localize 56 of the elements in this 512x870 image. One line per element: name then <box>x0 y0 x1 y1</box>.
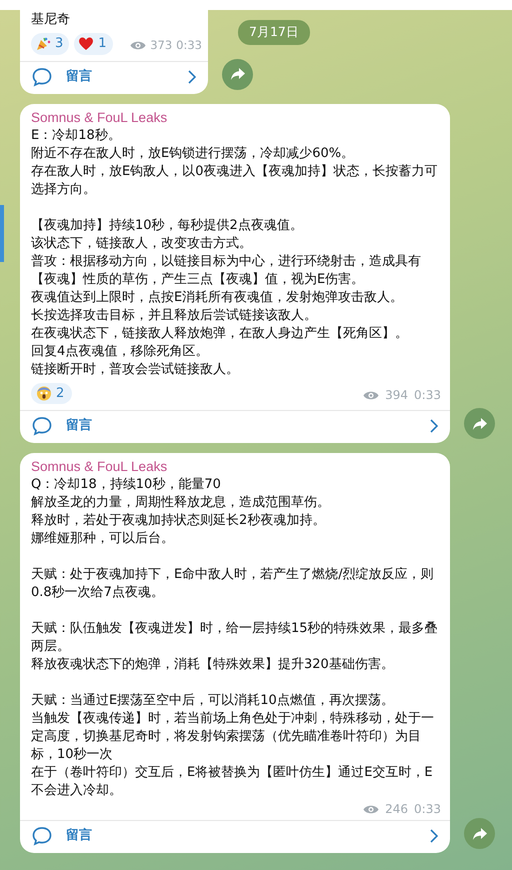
message-text: 释放时，若处于夜魂加持状态则延长2秒夜魂加持。 <box>31 512 326 530</box>
eye-icon <box>363 804 380 814</box>
message-text: 释放夜魂状态下的炮弹，消耗【特殊效果】提升320基础伤害。 <box>31 656 395 674</box>
scream-icon <box>36 385 52 402</box>
reaction-chip[interactable]: 2 <box>31 382 72 404</box>
comment-icon <box>32 416 52 436</box>
chevron-right-icon <box>188 70 196 84</box>
share-button[interactable] <box>222 58 253 90</box>
message-text: 附近不存在敌人时，放E钩锁进行摆荡，冷却减少60%。 <box>31 144 356 162</box>
message-time: 0:33 <box>414 801 441 818</box>
share-icon <box>472 416 488 430</box>
share-button[interactable] <box>464 818 495 849</box>
author-name: Somnus & FouL Leaks <box>31 108 168 126</box>
message-text: 【夜魂加持】持续10秒，每秒提供2点夜魂值。 <box>31 216 304 234</box>
share-icon <box>472 826 488 840</box>
comment-icon <box>32 66 52 86</box>
comments-button[interactable]: 留言 <box>20 820 450 853</box>
edge-marker <box>0 205 4 262</box>
view-count: 246 <box>385 801 408 818</box>
message-text: 存在敌人时，放E钩敌人，以0夜魂进入【夜魂加持】状态，长按蓄力可选择方向。 <box>31 162 438 198</box>
share-icon <box>230 67 246 81</box>
message-text: 在于（卷叶符印）交互后，E将被替换为【匿叶仿生】通过E交互时，E不会进入冷却。 <box>31 764 434 800</box>
date-badge: 7月17日 <box>238 20 310 45</box>
comment-icon <box>32 826 52 846</box>
share-button[interactable] <box>464 408 495 439</box>
message-text: 回复4点夜魂值，移除死角区。 <box>31 342 210 360</box>
message-text: 链接断开时，普攻会尝试链接敌人。 <box>31 360 240 378</box>
view-count: 394 <box>385 387 408 404</box>
heart-icon <box>78 36 94 52</box>
author-name: Somnus & FouL Leaks <box>31 458 168 476</box>
eye-icon <box>363 390 380 400</box>
message-text: 基尼奇 <box>31 11 71 29</box>
message-text: 该状态下，链接敌人，改变攻击方式。 <box>31 234 253 252</box>
message-time: 0:33 <box>414 387 441 404</box>
message-text: 普攻：根据移动方向，以链接目标为中心，进行环绕射击，造成具有【夜魂】性质的草伤，产生三点【夜魂】值，视为E伤害。 <box>31 252 422 288</box>
message-text: 夜魂值达到上限时，点按E消耗所有夜魂值，发射炮弹攻击敌人。 <box>31 288 404 306</box>
message-text: 当触发【夜魂传递】时，若当前场上角色处于冲刺，特殊移动，处于一定高度，切换基尼奇时，将发射钩索摆荡（优先瞄准卷叶符印）为目标，10秒一次 <box>31 710 435 764</box>
view-count: 373 <box>150 37 172 54</box>
message-text: 天赋：处于夜魂加持下，E命中敌人时，若产生了燃烧/烈绽放反应，则0.8秒一次给7点夜魂。 <box>31 566 435 602</box>
message-text: 解放圣龙的力量，周期性释放龙息，造成范围草伤。 <box>31 494 331 512</box>
comments-button[interactable]: 留言 <box>20 60 208 94</box>
reaction-chip[interactable]: 3 <box>31 33 70 54</box>
party-icon <box>35 36 51 52</box>
reaction-chip[interactable]: 1 <box>74 33 113 54</box>
message-text: Q：冷却18，持续10秒，能量70 <box>31 476 222 494</box>
eye-icon <box>130 40 146 52</box>
message-time: 0:33 <box>176 37 202 54</box>
comments-button[interactable]: 留言 <box>20 410 450 443</box>
message-text: 长按选择攻击目标，并且释放后尝试链接该敌人。 <box>31 306 318 324</box>
message-text: E：冷却18秒。 <box>31 126 122 144</box>
message-text: 天赋：当通过E摆荡至空中后，可以消耗10点燃值，再次摆荡。 <box>31 692 395 710</box>
chevron-right-icon <box>430 829 438 843</box>
chevron-right-icon <box>430 419 438 433</box>
message-text: 娜维娅那种，可以后台。 <box>31 530 175 548</box>
message-text: 天赋：队伍触发【夜魂迸发】时，给一层持续15秒的特殊效果，最多叠两层。 <box>31 620 439 656</box>
message-text: 在夜魂状态下，链接敌人释放炮弹，在敌人身边产生【死角区】。 <box>31 324 409 342</box>
